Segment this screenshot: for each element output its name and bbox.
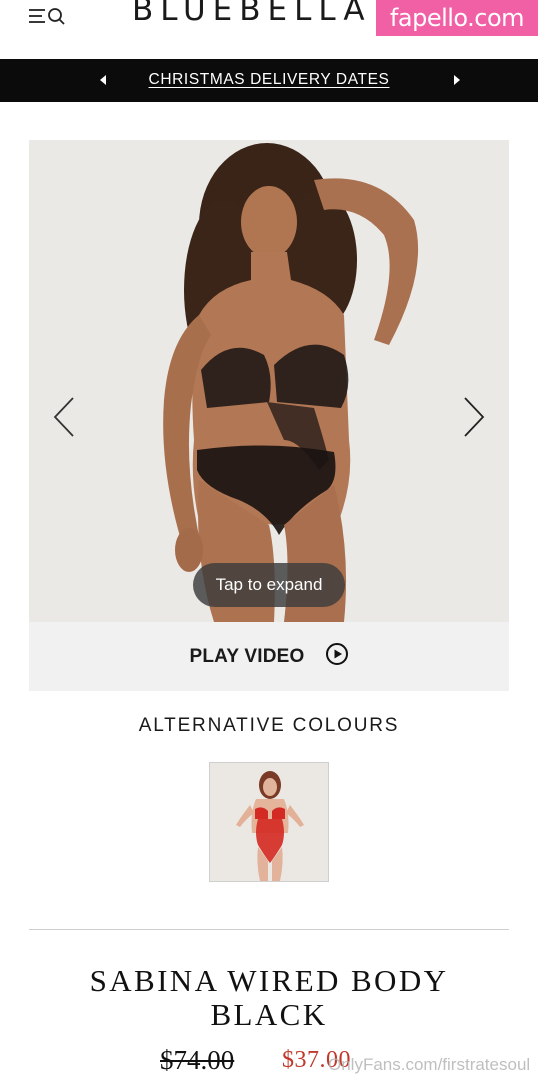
chevron-right-icon[interactable] bbox=[461, 395, 487, 439]
chevron-left-icon[interactable] bbox=[51, 395, 77, 439]
product-gallery[interactable]: Tap to expand bbox=[29, 140, 509, 622]
tap-to-expand-button[interactable]: Tap to expand bbox=[193, 563, 345, 607]
colour-swatch-red[interactable] bbox=[209, 762, 329, 882]
brand-logo[interactable]: BLUEBELLA bbox=[132, 0, 372, 28]
caret-right-icon[interactable] bbox=[448, 72, 464, 88]
play-video-label: PLAY VIDEO bbox=[189, 645, 305, 667]
play-circle-icon bbox=[325, 642, 349, 671]
product-title: SABINA WIRED BODY BLACK bbox=[89, 963, 449, 1032]
product-photo bbox=[29, 140, 509, 622]
menu-search-icon[interactable] bbox=[28, 6, 68, 28]
site-header: BLUEBELLA fapello.com bbox=[0, 0, 538, 58]
promo-bar: CHRISTMAS DELIVERY DATES bbox=[0, 59, 538, 102]
watermark-badge: fapello.com bbox=[376, 0, 538, 36]
swatch-thumbnail bbox=[210, 763, 328, 881]
section-divider bbox=[29, 929, 509, 930]
watermark-text: OnlyFans.com/firstratesoul bbox=[328, 1055, 531, 1074]
price-original: $74.00 bbox=[160, 1045, 235, 1075]
play-video-button[interactable]: PLAY VIDEO bbox=[29, 622, 509, 691]
alternative-colours-heading: ALTERNATIVE COLOURS bbox=[138, 715, 400, 736]
